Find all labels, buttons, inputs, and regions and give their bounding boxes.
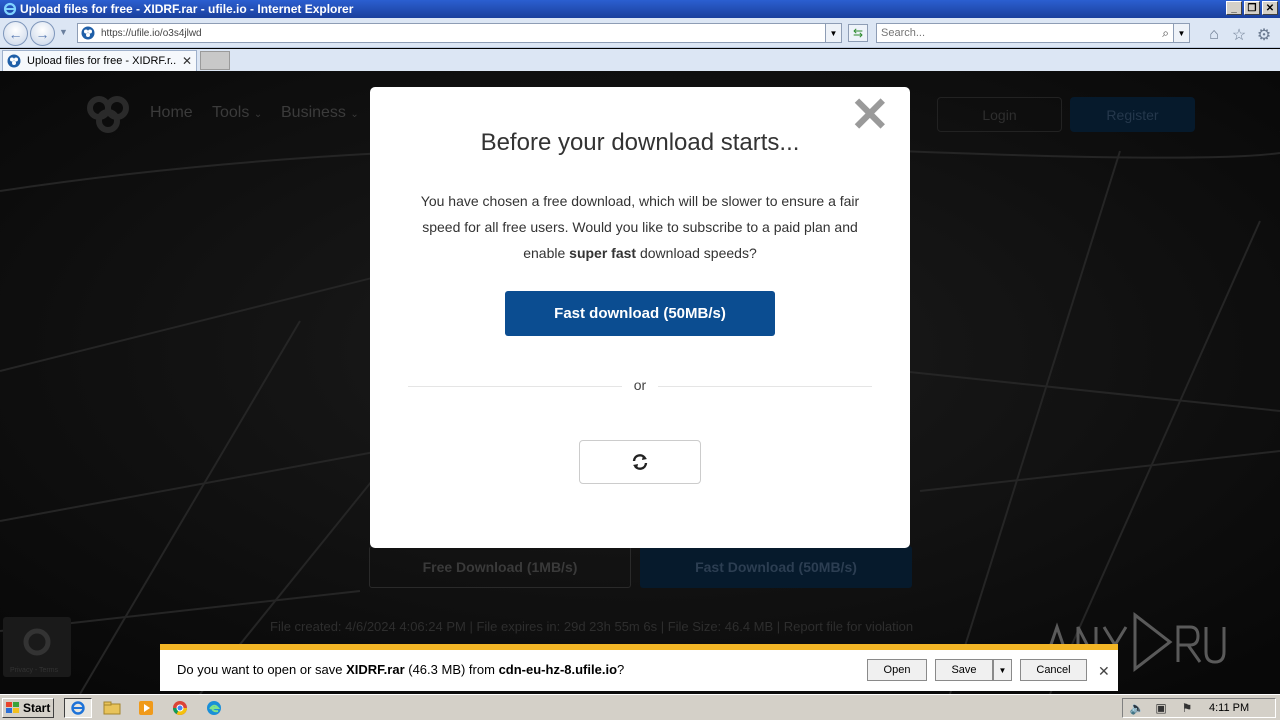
recaptcha-badge[interactable]: Privacy - Terms [3, 617, 71, 677]
slow-download-button[interactable] [579, 440, 701, 484]
tab-active[interactable]: Upload files for free - XIDRF.r... ✕ [2, 50, 197, 71]
search-field[interactable]: ⌕ ▼ [876, 23, 1190, 43]
download-size: (46.3 MB) from [404, 662, 499, 677]
nav-business-label: Business [281, 104, 346, 121]
site-favicon-icon [81, 26, 95, 40]
download-modal: ✕ Before your download starts... You hav… [370, 87, 910, 548]
taskbar-media-player-icon[interactable] [132, 698, 160, 718]
gear-icon[interactable]: ⚙ [1255, 26, 1273, 44]
open-button[interactable]: Open [867, 659, 927, 681]
modal-body-bold: super fast [569, 245, 637, 261]
window-title-bar: Upload files for free - XIDRF.rar - ufil… [0, 0, 1280, 18]
recaptcha-text: Privacy - Terms [10, 667, 59, 674]
taskbar-ie-icon[interactable] [64, 698, 92, 718]
minimize-button[interactable]: _ [1226, 1, 1242, 15]
modal-body-text-end: download speeds? [636, 245, 757, 261]
ufile-logo-icon[interactable] [84, 94, 132, 134]
download-notification-bar: Do you want to open or save XIDRF.rar (4… [160, 644, 1118, 691]
download-host: cdn-eu-hz-8.ufile.io [498, 662, 618, 677]
fast-download-button-page[interactable]: Fast Download (50MB/s) [640, 546, 912, 588]
start-button[interactable]: Start [2, 698, 54, 718]
taskbar-chrome-icon[interactable] [166, 698, 194, 718]
cancel-button[interactable]: Cancel [1020, 659, 1087, 681]
address-field[interactable]: https://ufile.io/o3s4jlwd ▼ [77, 23, 842, 43]
chevron-down-icon: ⌄ [350, 109, 359, 120]
nav-business[interactable]: Business ⌄ [281, 104, 359, 122]
forward-button[interactable]: → [30, 21, 55, 46]
tab-strip: Upload files for free - XIDRF.r... ✕ [0, 49, 1280, 71]
close-tab-icon[interactable]: ✕ [182, 54, 192, 68]
taskbar: Start 🔈 ▣ ⚑ 4:11 PM [0, 694, 1280, 720]
taskbar-folder-icon[interactable] [98, 698, 126, 718]
history-dropdown-icon[interactable]: ▼ [59, 27, 68, 37]
new-tab-button[interactable] [200, 51, 230, 70]
refresh-spinner-icon [632, 454, 648, 470]
action-center-flag-icon[interactable]: ⚑ [1179, 701, 1195, 715]
download-filename: XIDRF.rar [346, 662, 405, 677]
recaptcha-icon [23, 628, 51, 656]
ie-icon [2, 1, 18, 17]
window-title: Upload files for free - XIDRF.rar - ufil… [20, 2, 354, 16]
page-viewport: Home Tools ⌄ Business ⌄ Login Register F… [0, 71, 1280, 694]
home-icon[interactable]: ⌂ [1205, 26, 1223, 44]
start-label: Start [23, 701, 51, 715]
refresh-icon: ⇆ [852, 26, 864, 40]
modal-title: Before your download starts... [480, 129, 800, 156]
system-tray: 🔈 ▣ ⚑ 4:11 PM [1122, 698, 1276, 718]
network-icon[interactable]: ▣ [1153, 701, 1169, 715]
taskbar-edge-icon[interactable] [200, 698, 228, 718]
tab-label: Upload files for free - XIDRF.r... [27, 55, 177, 67]
speaker-icon[interactable]: 🔈 [1129, 701, 1145, 715]
login-button[interactable]: Login [937, 97, 1062, 132]
free-download-button[interactable]: Free Download (1MB/s) [369, 546, 631, 588]
forward-arrow-icon: → [35, 25, 50, 42]
maximize-button[interactable]: ❐ [1244, 1, 1260, 15]
or-separator: or [633, 377, 647, 393]
windows-logo-icon [6, 702, 19, 713]
back-arrow-icon: ← [8, 25, 23, 42]
download-prompt-prefix: Do you want to open or save [177, 662, 347, 677]
tab-favicon-icon [7, 54, 21, 68]
chevron-down-icon: ⌄ [253, 109, 263, 120]
modal-body: You have chosen a free download, which w… [410, 188, 870, 266]
close-download-bar-icon[interactable]: ✕ [1098, 663, 1110, 680]
download-prompt: Do you want to open or save XIDRF.rar (4… [177, 662, 624, 677]
clock[interactable]: 4:11 PM [1209, 702, 1249, 714]
chevron-down-icon: ▼ [998, 665, 1007, 675]
url-text: https://ufile.io/o3s4jlwd [101, 27, 202, 39]
refresh-button[interactable]: ⇆ [848, 24, 868, 42]
search-input[interactable] [881, 27, 1151, 39]
register-button[interactable]: Register [1070, 97, 1195, 132]
fast-download-button[interactable]: Fast download (50MB/s) [505, 291, 775, 336]
nav-tools-label: Tools [212, 104, 250, 121]
save-dropdown-button[interactable]: ▼ [993, 659, 1012, 681]
save-button[interactable]: Save [935, 659, 993, 681]
close-window-button[interactable]: ✕ [1262, 1, 1278, 15]
address-dropdown-icon[interactable]: ▼ [825, 24, 841, 42]
favorites-star-icon[interactable]: ☆ [1230, 26, 1248, 44]
nav-tools[interactable]: Tools ⌄ [212, 104, 262, 122]
nav-home[interactable]: Home [150, 104, 193, 122]
search-icon[interactable]: ⌕ [1162, 26, 1169, 41]
file-info-text: File created: 4/6/2024 4:06:24 PM | File… [270, 619, 914, 634]
navigation-bar: ← → ▼ https://ufile.io/o3s4jlwd ▼ ⇆ ⌕ ▼ … [0, 18, 1280, 48]
search-dropdown-icon[interactable]: ▼ [1173, 24, 1189, 42]
back-button[interactable]: ← [3, 21, 28, 46]
download-prompt-suffix: ? [617, 662, 625, 677]
